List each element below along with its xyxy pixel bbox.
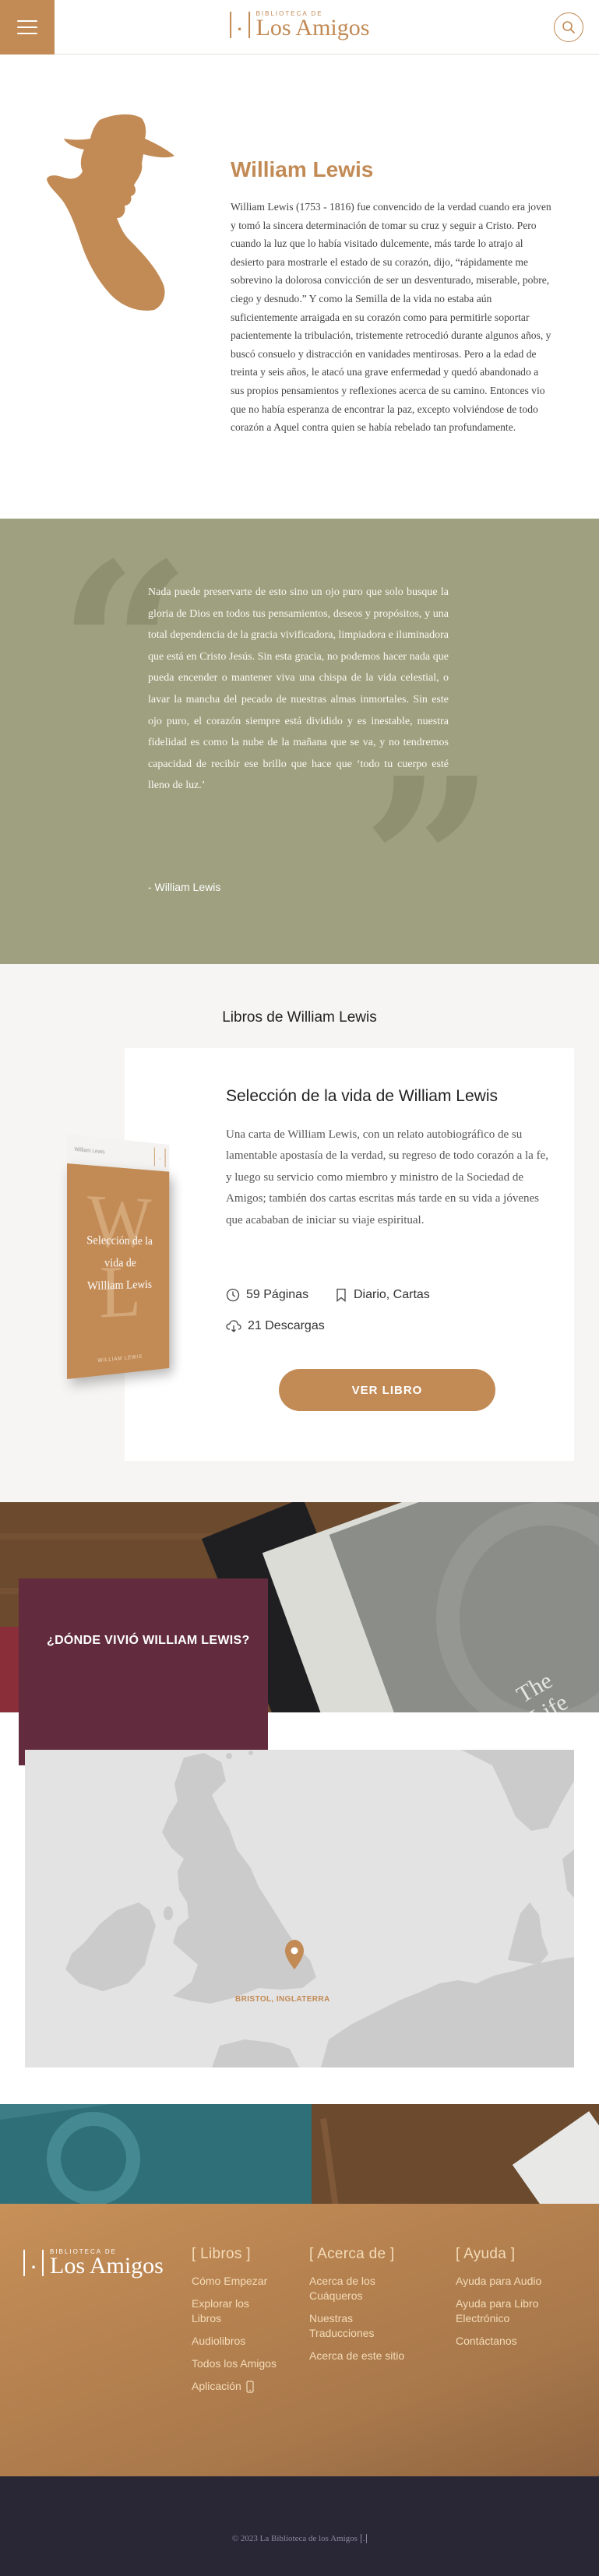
footer-bottom-bar: © 2023 La Biblioteca de los Amigos . <box>0 2476 599 2576</box>
cover-body: W L Selección de la vida de William Lewi… <box>67 1163 170 1379</box>
where-section: The Life ¿DÓNDE VIVIÓ WILLIAM LEWIS? BRI… <box>0 1502 599 2104</box>
menu-button[interactable] <box>0 0 55 55</box>
copyright-text: © 2023 La Biblioteca de los Amigos <box>231 2534 358 2543</box>
footer-logo[interactable]: . BIBLIOTECA DE Los Amigos <box>23 2249 164 2279</box>
footer-link-cuaqueros[interactable]: Acerca de los Cuáqueros <box>309 2274 418 2303</box>
footer-link-ayuda-ebook[interactable]: Ayuda para Libro Electrónico <box>456 2296 580 2326</box>
cover-title: Selección de la vida de William Lewis <box>75 1229 164 1298</box>
cloud-download-icon <box>226 1320 241 1332</box>
author-silhouette-image <box>47 114 174 311</box>
search-icon <box>562 21 575 33</box>
hamburger-line <box>17 20 37 22</box>
hamburger-line <box>17 26 37 28</box>
book-downloads-text: 21 Descargas <box>248 1319 325 1332</box>
cover-footer: WILLIAM LEWIS <box>97 1354 143 1364</box>
footer-column-title: [ Ayuda ] <box>456 2246 516 2262</box>
books-section: Libros de William Lewis Selección de la … <box>0 964 599 1502</box>
copyright: © 2023 La Biblioteca de los Amigos . <box>231 2534 368 2543</box>
book-tags: Diario, Cartas <box>335 1288 430 1302</box>
book-pages-text: 59 Páginas <box>246 1288 309 1301</box>
footer-link-acerca-sitio[interactable]: Acerca de este sitio <box>309 2349 418 2363</box>
footer-column-title: [ Acerca de ] <box>309 2246 395 2262</box>
cover-logo-icon: . <box>153 1147 166 1167</box>
site-logo[interactable]: . BIBLIOTECA DE Los Amigos <box>229 11 370 40</box>
author-name: William Lewis <box>231 157 374 181</box>
footer-column-ayuda: [ Ayuda ] Ayuda para Audio Ayuda para Li… <box>456 2246 580 2356</box>
footer-link-todos-amigos[interactable]: Todos los Amigos <box>192 2356 277 2371</box>
site-footer: . BIBLIOTECA DE Los Amigos [ Libros ] Có… <box>0 2104 599 2576</box>
where-title: ¿DÓNDE VIVIÓ WILLIAM LEWIS? <box>47 1634 250 1647</box>
footer-column-acerca: [ Acerca de ] Acerca de los Cuáqueros Nu… <box>309 2246 418 2371</box>
cover-header-text: William Lewis <box>74 1146 105 1155</box>
book-description: Una carta de William Lewis, con un relat… <box>226 1128 548 1226</box>
quote-section: “ ” Nada puede preservarte de esto sino … <box>0 519 599 964</box>
book-cover[interactable]: William Lewis . W L Selección de la vida… <box>67 1134 170 1379</box>
quote-text: Nada puede preservarte de esto sino un o… <box>148 586 449 792</box>
cover-title-line: William Lewis <box>87 1278 152 1293</box>
search-button[interactable] <box>554 12 583 42</box>
location-map[interactable]: BRISTOL, INGLATERRA <box>25 1750 574 2067</box>
footer-photo <box>0 2104 599 2204</box>
map-image <box>25 1750 574 2067</box>
where-title-box: ¿DÓNDE VIVIÓ WILLIAM LEWIS? <box>19 1578 268 1765</box>
author-section: William Lewis William Lewis (1753 - 1816… <box>0 55 599 519</box>
footer-link-aplicacion[interactable]: Aplicación <box>192 2379 277 2394</box>
book-pages: 59 Páginas <box>226 1288 308 1302</box>
mobile-phone-icon <box>246 2380 254 2393</box>
copyright-logo-icon: . <box>360 2534 368 2543</box>
footer-main: . BIBLIOTECA DE Los Amigos [ Libros ] Có… <box>0 2204 599 2476</box>
book-downloads: 21 Descargas <box>226 1319 325 1333</box>
footer-link-como-empezar[interactable]: Cómo Empezar <box>192 2274 277 2289</box>
logo-mark-icon: . <box>229 12 250 38</box>
footer-column-title: [ Libros ] <box>192 2246 251 2262</box>
logo-big-text: Los Amigos <box>255 15 370 40</box>
book-tags-text: Diario, Cartas <box>354 1288 430 1301</box>
map-location-label: BRISTOL, INGLATERRA <box>235 1995 330 2004</box>
hamburger-line <box>17 33 37 34</box>
footer-link-aplicacion-label: Aplicación <box>192 2380 241 2392</box>
bookmark-icon <box>336 1288 346 1302</box>
footer-logo-big-text: Los Amigos <box>50 2253 164 2279</box>
footer-link-traducciones[interactable]: Nuestras Traducciones <box>309 2311 418 2341</box>
author-bio: William Lewis (1753 - 1816) fue convenci… <box>231 201 551 434</box>
book-card: Selección de la vida de William Lewis Un… <box>125 1048 574 1461</box>
footer-link-explorar[interactable]: Explorar los Libros <box>192 2296 277 2326</box>
book-title[interactable]: Selección de la vida de William Lewis <box>226 1087 498 1106</box>
quote-author: - William Lewis <box>148 881 221 893</box>
clock-icon <box>226 1288 240 1302</box>
footer-link-contacto[interactable]: Contáctanos <box>456 2334 580 2349</box>
view-book-button[interactable]: VER LIBRO <box>279 1369 495 1411</box>
footer-column-libros: [ Libros ] Cómo Empezar Explorar los Lib… <box>192 2246 277 2402</box>
cover-title-line: vida de <box>104 1256 136 1270</box>
books-section-title: Libros de William Lewis <box>222 1009 377 1026</box>
footer-logo-mark-icon: . <box>23 2250 44 2276</box>
cover-title-line: Selección de la <box>86 1233 153 1248</box>
footer-link-ayuda-audio[interactable]: Ayuda para Audio <box>456 2274 580 2289</box>
footer-link-audiolibros[interactable]: Audiolibros <box>192 2334 277 2349</box>
site-header: . BIBLIOTECA DE Los Amigos <box>0 0 599 55</box>
